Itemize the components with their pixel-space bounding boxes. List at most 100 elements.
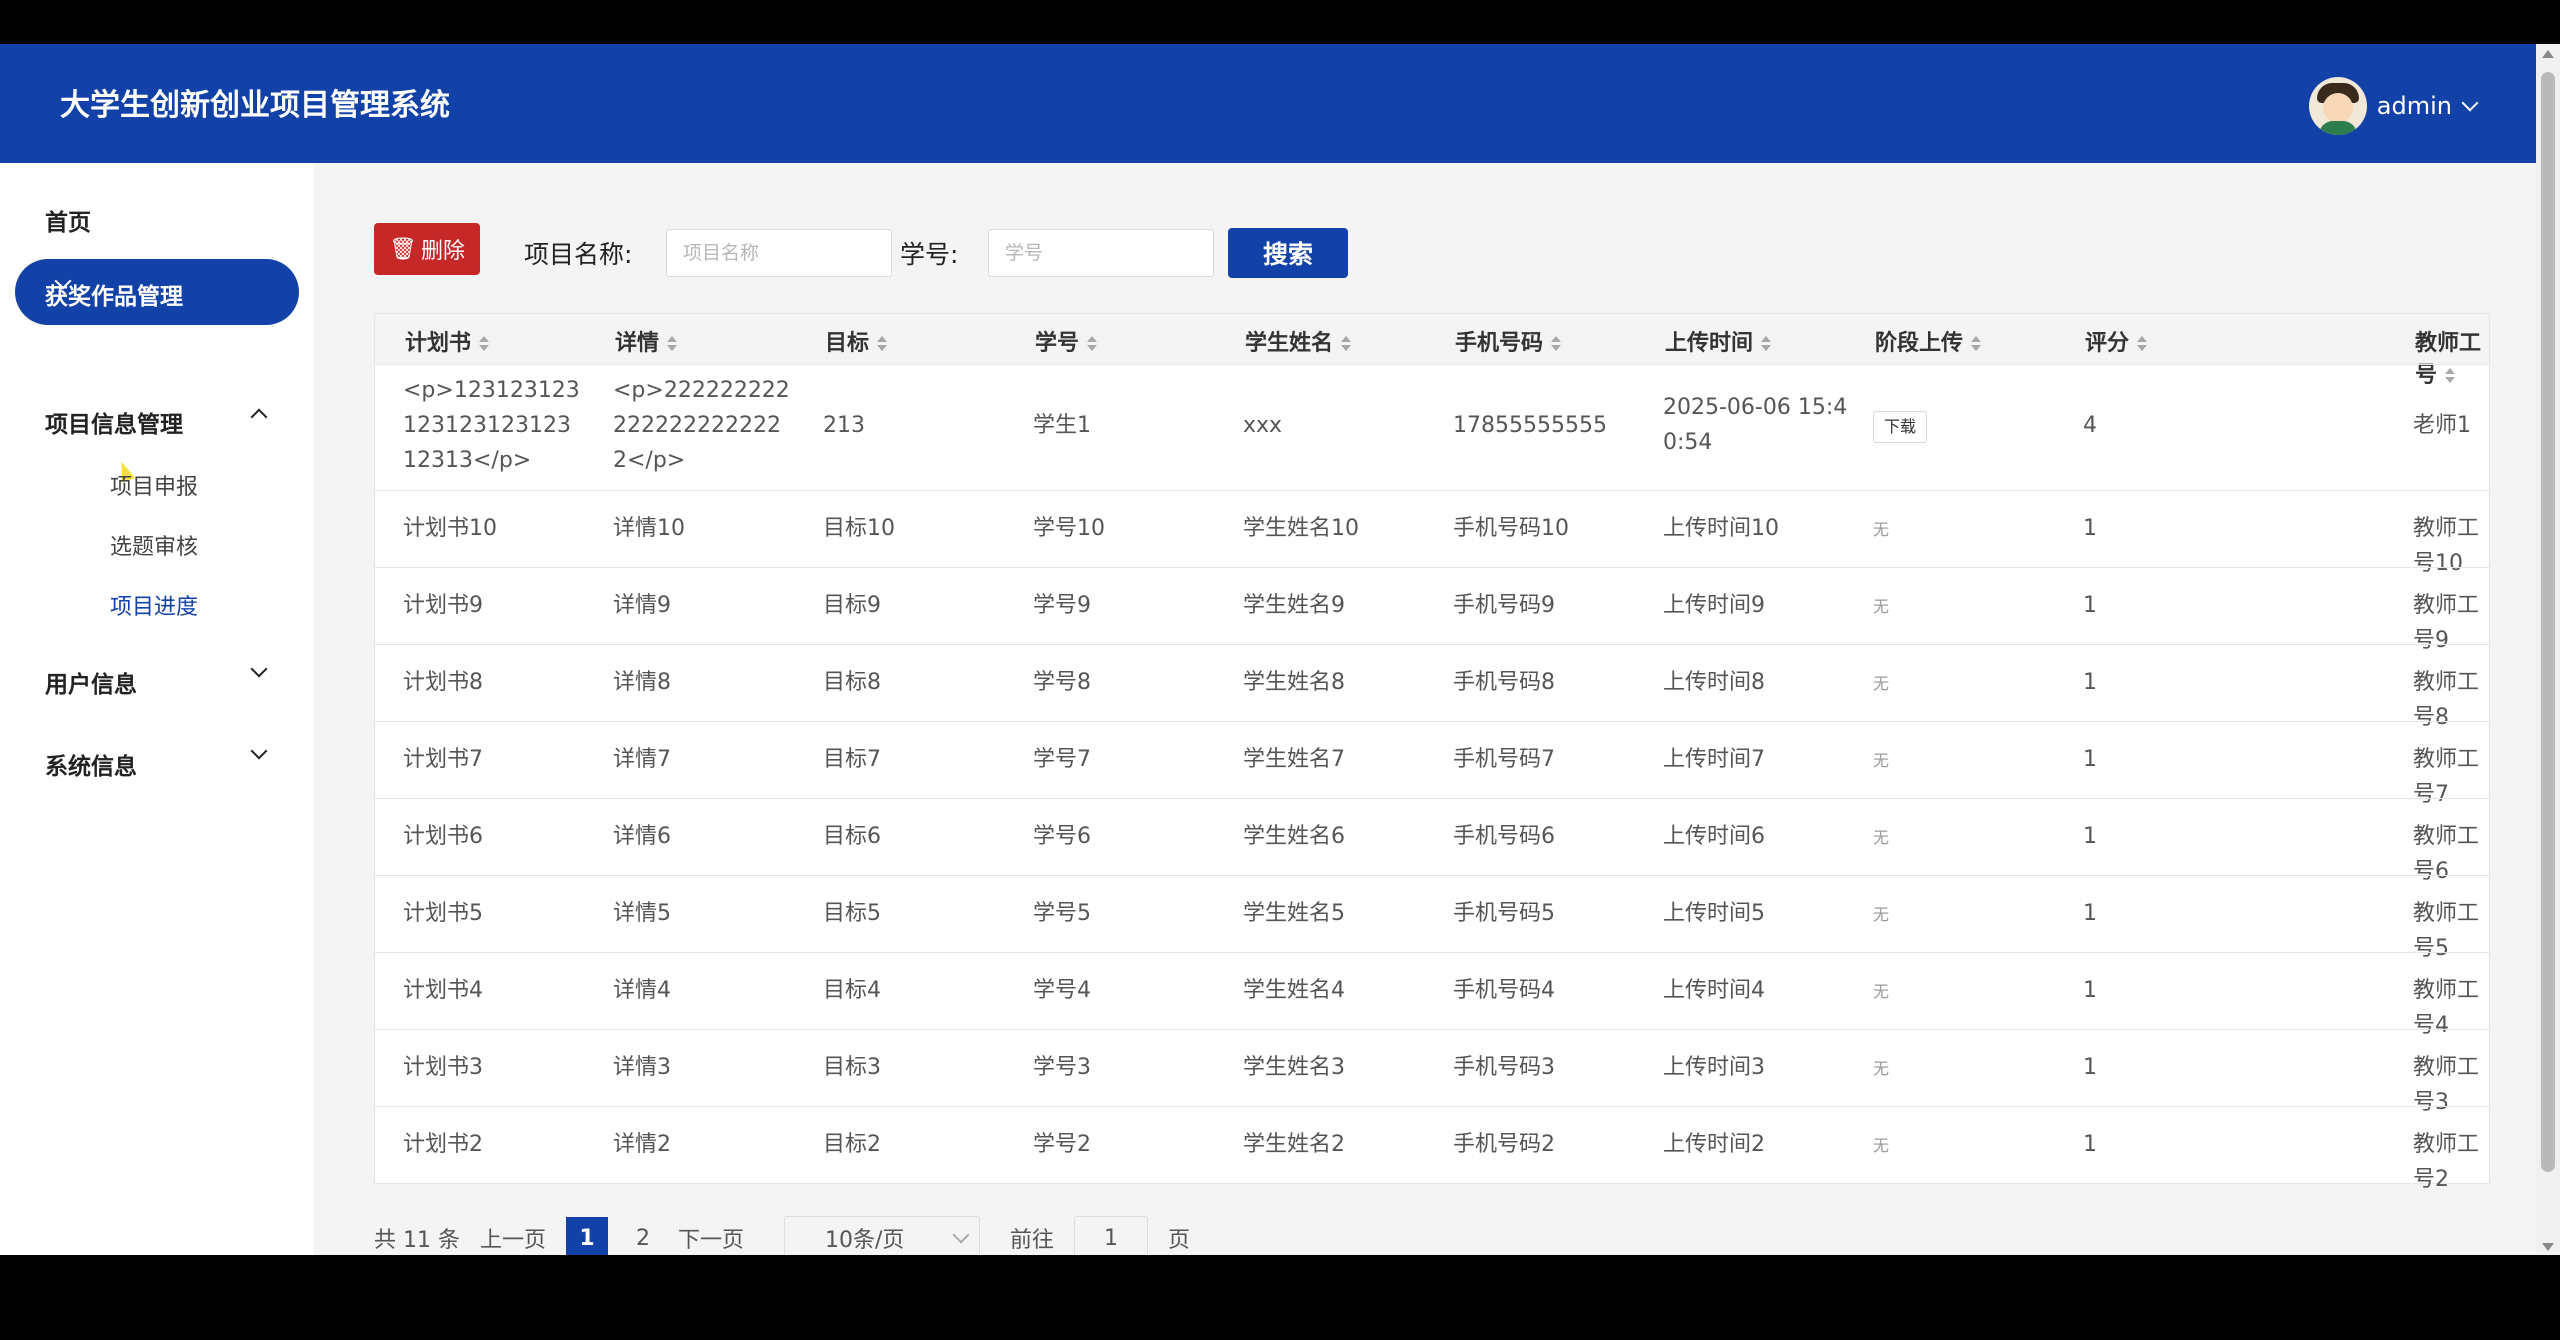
table-cell-stage-upload: 无 [1873, 665, 1889, 701]
sort-icon[interactable] [2137, 336, 2148, 352]
sidebar-item-awards[interactable]: 获奖作品管理 [15, 259, 299, 325]
sort-icon[interactable] [667, 336, 678, 352]
table-row[interactable]: 计划书2 详情2 目标2 学号2 学生姓名2 手机号码2 上传时间2 无 1 教师工号2 [375, 1106, 2489, 1192]
table-cell-student-name: 学生姓名7 [1243, 747, 1345, 772]
column-header-detail[interactable]: 详情 [615, 325, 678, 357]
table-row[interactable]: 计划书7 详情7 目标7 学号7 学生姓名7 手机号码7 上传时间7 无 1 教师工号7 [375, 721, 2489, 807]
table-cell-phone: 手机号码5 [1453, 901, 1555, 926]
table-cell-upload-time: 上传时间7 [1663, 747, 1765, 772]
column-header-stage-upload[interactable]: 阶段上传 [1875, 325, 1982, 357]
sidebar-item-label: 系统信息 [45, 754, 137, 780]
column-header-student-name[interactable]: 学生姓名 [1245, 325, 1352, 357]
table-cell-upload-time: 上传时间5 [1663, 901, 1765, 926]
table-cell-phone: 手机号码4 [1453, 978, 1555, 1003]
table-cell-plan: 计划书9 [403, 593, 483, 618]
column-header-phone[interactable]: 手机号码 [1455, 325, 1562, 357]
sidebar-subitem-declare[interactable]: 项目申报 [110, 469, 198, 501]
sort-icon[interactable] [1087, 336, 1098, 352]
scroll-down-icon[interactable] [2542, 1243, 2554, 1251]
page-scrollbar[interactable] [2536, 44, 2560, 1255]
page-2-button[interactable]: 2 [622, 1217, 664, 1255]
column-header-goal[interactable]: 目标 [825, 325, 888, 357]
table-cell-detail: 详情10 [613, 516, 685, 541]
table-cell-score: 1 [2083, 516, 2097, 541]
table-cell-detail: 详情5 [613, 901, 671, 926]
scrollbar-thumb[interactable] [2541, 72, 2555, 1172]
table-cell-student-name: 学生姓名8 [1243, 670, 1345, 695]
app-window: 大学生创新创业项目管理系统 admin 首页 获奖作品管理 项目信息管理 项目申… [0, 44, 2560, 1255]
table-row[interactable]: 计划书10 详情10 目标10 学号10 学生姓名10 手机号码10 上传时间10 无 1 教师工… [375, 490, 2489, 576]
table-row[interactable]: 计划书8 详情8 目标8 学号8 学生姓名8 手机号码8 上传时间8 无 1 教师工号8 [375, 644, 2489, 730]
table-cell-stage-upload: 无 [1873, 973, 1889, 1009]
username[interactable]: admin [2377, 92, 2452, 120]
chevron-down-icon [250, 742, 268, 760]
table-cell-phone: 17855555555 [1453, 413, 1607, 438]
sidebar-item-project-info[interactable]: 项目信息管理 [45, 405, 285, 439]
table-row[interactable]: 计划书9 详情9 目标9 学号9 学生姓名9 手机号码9 上传时间9 无 1 教师工号9 [375, 567, 2489, 653]
table-row[interactable]: 计划书5 详情5 目标5 学号5 学生姓名5 手机号码5 上传时间5 无 1 教师工号5 [375, 875, 2489, 961]
sort-icon[interactable] [1761, 336, 1772, 352]
table-cell-score: 1 [2083, 593, 2097, 618]
table-cell-stage-upload: 无 [1873, 511, 1889, 547]
table-row[interactable]: 计划书6 详情6 目标6 学号6 学生姓名6 手机号码6 上传时间6 无 1 教师工号6 [375, 798, 2489, 884]
sidebar: 首页 获奖作品管理 项目信息管理 项目申报 选题审核 项目进度 用户信息 系统信… [0, 163, 314, 1255]
column-header-score[interactable]: 评分 [2085, 325, 2148, 357]
table-cell-detail: 详情6 [613, 824, 671, 849]
column-header-plan[interactable]: 计划书 [405, 325, 490, 357]
sort-icon[interactable] [1341, 336, 1352, 352]
next-page-button[interactable]: 下一页 [678, 1222, 744, 1254]
page-size-select[interactable]: 10条/页 [784, 1216, 981, 1255]
sort-icon[interactable] [1551, 336, 1562, 352]
table-cell-upload-time: 上传时间10 [1663, 516, 1779, 541]
app-title: 大学生创新创业项目管理系统 [60, 88, 450, 123]
sidebar-item-system-info[interactable]: 系统信息 [45, 742, 285, 781]
prev-page-button[interactable]: 上一页 [480, 1222, 546, 1254]
table-row[interactable]: <p>12312312312312312312312313</p> <p>2222… [375, 364, 2489, 490]
total-count: 共 11 条 [374, 1228, 460, 1253]
student-id-input[interactable] [988, 229, 1214, 277]
user-menu[interactable]: admin [2308, 77, 2479, 135]
table-cell-detail: 详情4 [613, 978, 671, 1003]
goto-page-input[interactable]: 1 [1074, 1216, 1149, 1255]
chevron-down-icon [952, 1226, 970, 1244]
table-cell-student-id: 学号2 [1033, 1132, 1091, 1157]
table-cell-student-name: 学生姓名5 [1243, 901, 1345, 926]
table-cell-goal: 目标5 [823, 901, 881, 926]
chevron-down-icon[interactable] [2461, 94, 2479, 112]
column-header-upload-time[interactable]: 上传时间 [1665, 325, 1772, 357]
empty-value: 无 [1873, 1136, 1890, 1155]
project-name-input[interactable] [666, 229, 892, 277]
empty-value: 无 [1873, 520, 1890, 539]
sidebar-item-user-info[interactable]: 用户信息 [45, 660, 285, 699]
table-row[interactable]: 计划书3 详情3 目标3 学号3 学生姓名3 手机号码3 上传时间3 无 1 教师工号3 [375, 1029, 2489, 1115]
sidebar-subitem-progress[interactable]: 项目进度 [110, 589, 198, 621]
empty-value: 无 [1873, 828, 1890, 847]
table-cell-upload-time: 2025-06-06 15:40:54 [1663, 395, 1848, 455]
table-cell-stage-upload: 下载 [1873, 408, 1928, 443]
delete-button[interactable]: 🗑 删除 [374, 223, 480, 275]
table-cell-stage-upload: 无 [1873, 1050, 1889, 1086]
sidebar-item-home[interactable]: 首页 [45, 203, 91, 237]
sort-icon[interactable] [877, 336, 888, 352]
table-cell-score: 1 [2083, 747, 2097, 772]
table-row[interactable]: 计划书4 详情4 目标4 学号4 学生姓名4 手机号码4 上传时间4 无 1 教师工号4 [375, 952, 2489, 1038]
page-1-button[interactable]: 1 [566, 1217, 608, 1255]
table-cell-student-id: 学号5 [1033, 901, 1091, 926]
column-header-label: 目标 [825, 331, 870, 356]
search-button[interactable]: 搜索 [1228, 228, 1348, 278]
sort-icon[interactable] [1971, 336, 1982, 352]
table-cell-upload-time: 上传时间3 [1663, 1055, 1765, 1080]
download-button[interactable]: 下载 [1873, 411, 1928, 443]
project-name-label: 项目名称: [524, 240, 633, 269]
table-cell-plan: 计划书10 [403, 516, 497, 541]
avatar[interactable] [2308, 77, 2367, 135]
scroll-up-icon[interactable] [2542, 50, 2554, 58]
empty-value: 无 [1873, 982, 1890, 1001]
table-cell-student-id: 学号6 [1033, 824, 1091, 849]
column-header-student-id[interactable]: 学号 [1035, 325, 1098, 357]
sort-icon[interactable] [479, 336, 490, 352]
table-cell-stage-upload: 无 [1873, 896, 1889, 932]
table-cell-phone: 手机号码2 [1453, 1132, 1555, 1157]
sidebar-subitem-review[interactable]: 选题审核 [110, 529, 198, 561]
table-cell-detail: 详情9 [613, 593, 671, 618]
